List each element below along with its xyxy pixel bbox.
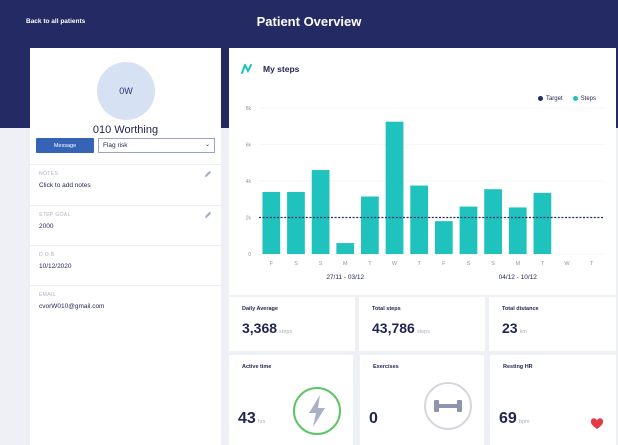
notes-value[interactable]: Click to add notes: [39, 182, 91, 189]
flag-risk-select[interactable]: Flag risk ⌄: [98, 138, 215, 153]
y-tick-label: 8k: [246, 106, 252, 112]
x-tick-label: M: [515, 261, 520, 267]
y-tick-label: 0: [248, 252, 251, 258]
chevron-down-icon: ⌄: [204, 142, 210, 148]
steps-bar: [459, 206, 478, 254]
avatar: 0W: [97, 62, 155, 120]
x-tick-label: S: [491, 261, 495, 267]
dob-label: D.O.B: [39, 252, 55, 258]
week-range-label: 04/12 - 10/12: [499, 274, 538, 281]
daily-average-value: 3,368 steps: [242, 320, 293, 336]
steps-chart-card: My steps Target Steps 0 2k 4k 6k 8k F S S M T W T F S…: [229, 48, 616, 295]
flag-risk-select-value: Flag risk: [103, 142, 128, 149]
exercises-value: 0: [369, 410, 378, 427]
email-label: EMAIL: [39, 292, 57, 298]
notes-field[interactable]: NOTES Click to add notes: [30, 164, 221, 203]
patient-name: 010 Worthing: [92, 124, 159, 136]
x-tick-label: W: [564, 261, 570, 267]
step-goal-label: STEP GOAL: [39, 212, 71, 218]
y-tick-label: 4k: [246, 179, 252, 185]
x-tick-label: S: [294, 261, 298, 267]
week-range-label: 27/11 - 03/12: [326, 274, 364, 281]
active-time-card: Active time 43 hrs: [229, 355, 353, 445]
y-tick-label: 2k: [246, 216, 252, 222]
x-tick-label: T: [541, 261, 545, 267]
notes-label: NOTES: [39, 171, 59, 177]
steps-bar: [385, 121, 404, 254]
steps-bar: [262, 191, 281, 254]
exercises-card: Exercises 0: [360, 355, 484, 445]
total-distance-card: Total distance 23 km: [489, 297, 616, 351]
step-goal-value: 2000: [39, 223, 54, 230]
x-tick-label: M: [343, 261, 348, 267]
active-time-label: Active time: [242, 364, 272, 370]
total-steps-card: Total steps 43,786 steps: [359, 297, 485, 351]
total-distance-label: Total distance: [502, 306, 539, 312]
steps-bar: [311, 170, 330, 254]
steps-bar: [336, 243, 355, 254]
dumbbell-icon: [424, 382, 472, 430]
resting-hr-label: Resting HR: [503, 364, 533, 370]
exercises-label: Exercises: [373, 364, 399, 370]
steps-bar: [484, 189, 502, 254]
dob-field: D.O.B 10/12/2020: [30, 245, 221, 284]
heart-icon: [590, 418, 604, 429]
lightning-icon: [293, 387, 341, 435]
daily-average-label: Daily Average: [242, 306, 278, 312]
active-time-value: 43 hrs: [238, 410, 266, 427]
steps-bar: [287, 191, 305, 254]
x-tick-label: T: [590, 261, 594, 267]
x-tick-label: S: [319, 261, 323, 267]
total-steps-value: 43,786 steps: [372, 320, 430, 336]
steps-bar: [434, 221, 453, 254]
x-tick-label: W: [392, 261, 398, 267]
email-value: cvorW010@gmail.com: [39, 303, 105, 310]
patient-profile-card: 0W 010 Worthing Message Flag risk ⌄ NOTE…: [30, 48, 221, 445]
resting-hr-card: Resting HR 69 bpm: [490, 355, 616, 445]
x-tick-label: T: [417, 261, 421, 267]
step-goal-field[interactable]: STEP GOAL 2000: [30, 205, 221, 244]
email-field: EMAIL cvorW010@gmail.com: [30, 285, 221, 324]
daily-average-card: Daily Average 3,368 steps: [229, 297, 355, 351]
x-tick-label: T: [368, 261, 372, 267]
x-tick-label: F: [442, 261, 446, 267]
steps-bar-chart: 0 2k 4k 6k 8k F S S M T W T F S S M T W T 27/11 - 03/12 04/1…: [246, 106, 604, 281]
pencil-icon[interactable]: [204, 211, 212, 219]
message-button[interactable]: Message: [36, 138, 94, 153]
resting-hr-value: 69 bpm: [499, 410, 530, 427]
pencil-icon[interactable]: [204, 170, 212, 178]
steps-bar: [533, 192, 552, 254]
steps-bar: [361, 196, 379, 254]
page-title: Patient Overview: [256, 14, 362, 29]
steps-bar: [508, 207, 527, 254]
steps-bar: [410, 185, 429, 254]
total-distance-value: 23 km: [502, 320, 527, 336]
total-steps-label: Total steps: [372, 306, 401, 312]
x-tick-label: S: [467, 261, 471, 267]
y-tick-label: 6k: [246, 143, 252, 149]
x-tick-label: F: [270, 261, 274, 267]
dob-value: 10/12/2020: [39, 263, 72, 270]
